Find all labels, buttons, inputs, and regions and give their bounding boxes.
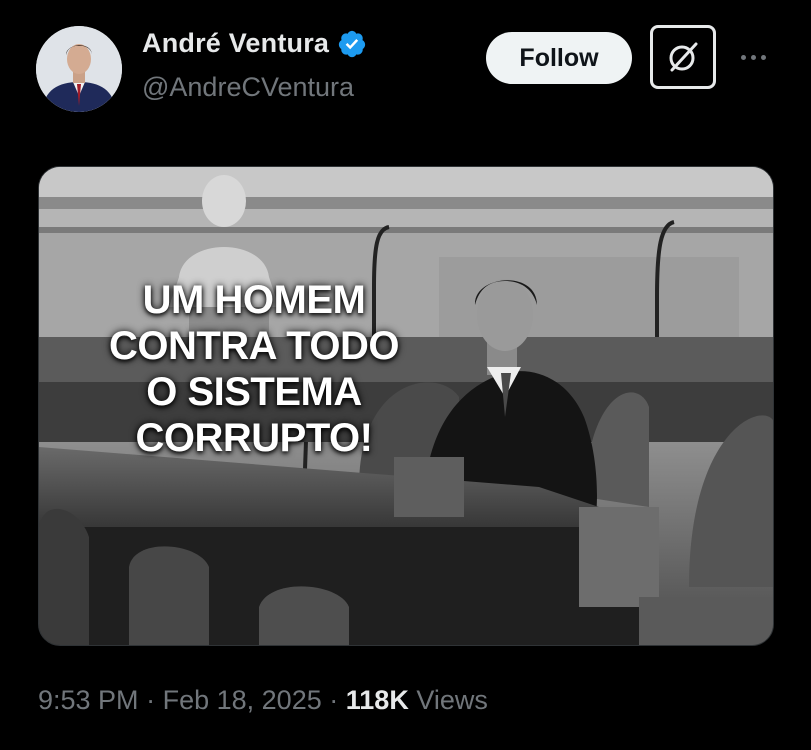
author-handle[interactable]: @AndreCVentura — [142, 72, 354, 103]
profile-photo — [36, 26, 122, 112]
meta-separator: · — [329, 685, 339, 715]
tweet-date[interactable]: Feb 18, 2025 — [163, 685, 322, 715]
author-name-row[interactable]: André Ventura — [142, 28, 367, 59]
tweet-meta: 9:53 PM · Feb 18, 2025 · 118K Views — [38, 685, 488, 716]
more-options-icon[interactable] — [736, 42, 770, 72]
tweet-media-image[interactable]: UM HOMEM CONTRA TODO O SISTEMA CORRUPTO! — [38, 166, 774, 646]
grok-icon — [669, 42, 698, 72]
overlay-line: UM HOMEM — [142, 278, 366, 322]
author-display-name[interactable]: André Ventura — [142, 28, 329, 59]
media-overlay-text: UM HOMEM CONTRA TODO O SISTEMA CORRUPTO! — [99, 277, 409, 461]
follow-button[interactable]: Follow — [486, 32, 632, 84]
views-label: Views — [416, 685, 488, 715]
author-avatar[interactable] — [36, 26, 122, 112]
overlay-line: CONTRA TODO — [108, 324, 400, 368]
verified-badge-icon[interactable] — [337, 29, 367, 59]
tweet-header: André Ventura @AndreCVentura Follow — [0, 0, 811, 140]
meta-separator: · — [146, 685, 156, 715]
tweet-time[interactable]: 9:53 PM — [38, 685, 139, 715]
grok-button[interactable] — [650, 25, 716, 89]
overlay-line: O SISTEMA — [146, 370, 362, 414]
views-count[interactable]: 118K — [346, 685, 409, 715]
overlay-line: CORRUPTO! — [135, 416, 373, 460]
